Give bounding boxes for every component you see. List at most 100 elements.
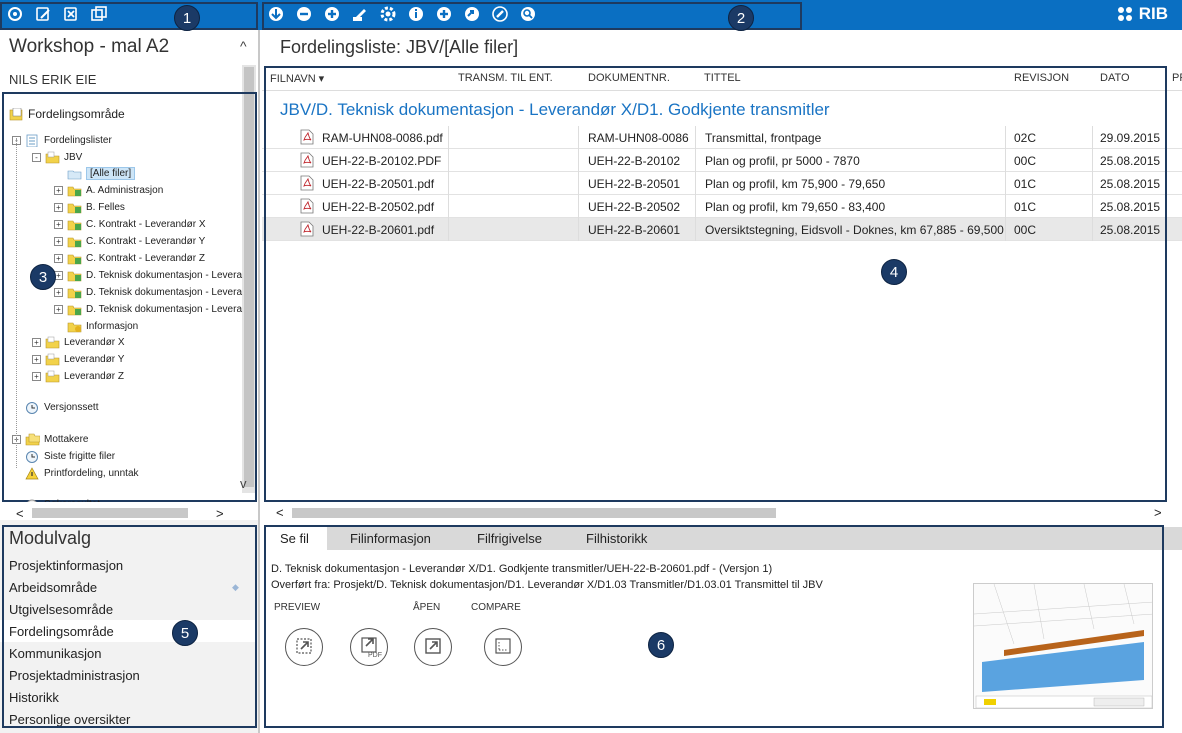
folder-green-icon (67, 252, 82, 265)
tree-node[interactable]: + D. Teknisk dokumentasjon - Levera (54, 301, 242, 317)
scroll-right-arrow[interactable]: > (1154, 505, 1162, 520)
callout-frame-5 (2, 525, 257, 728)
tree-node-label: Leverandør X (64, 336, 125, 348)
tree-node-label: [Alle filer] (86, 166, 136, 180)
scrollbar-thumb[interactable] (292, 508, 776, 518)
tree-node[interactable]: + C. Kontrakt - Leverandør X (54, 216, 206, 232)
callout-frame-6 (264, 525, 1164, 728)
tree-expander[interactable]: + (32, 371, 41, 381)
tree-node-label: Søkeresultat (44, 499, 100, 503)
open-folder-icon (67, 167, 82, 180)
tree-expander[interactable]: + (54, 236, 63, 246)
callout-badge-1: 1 (174, 5, 200, 31)
tree-node-label: C. Kontrakt - Leverandør Y (86, 235, 206, 247)
tree-node-label: D. Teknisk dokumentasjon - Levera (86, 303, 243, 315)
tree-expander[interactable]: + (32, 337, 41, 347)
folder-green-icon (67, 218, 82, 231)
panel-splitter[interactable] (258, 30, 260, 733)
folder-green-icon (67, 286, 82, 299)
tree-node-label: C. Kontrakt - Leverandør X (86, 218, 206, 230)
tree-expander[interactable]: + (54, 185, 63, 195)
tree-node[interactable]: Informasjon (54, 318, 138, 334)
tree-node[interactable]: + Leverandør X (32, 334, 125, 350)
scrollbar-thumb[interactable] (32, 508, 188, 518)
tree-node[interactable]: + D. Teknisk dokumentasjon - Levera (54, 284, 242, 300)
tree-node[interactable]: Siste frigitte filer (12, 448, 115, 464)
tree-node[interactable]: Fordelingsområde (9, 106, 125, 122)
folder-yellow-icon (45, 336, 60, 349)
grid-horizontal-scrollbar[interactable]: < > (262, 505, 1182, 521)
tree-connector-lines (16, 138, 17, 468)
tree-node[interactable]: + A. Administrasjon (54, 182, 163, 198)
scroll-left-arrow[interactable]: < (16, 506, 24, 521)
folder-green-icon (67, 235, 82, 248)
tree-expander[interactable]: - (32, 152, 41, 162)
recipients-icon (25, 433, 41, 446)
user-name: NILS ERIK EIE (9, 72, 97, 87)
recent-clock-icon (25, 450, 40, 463)
tree-node[interactable]: + C. Kontrakt - Leverandør Z (54, 250, 205, 266)
tree-node[interactable]: Versjonssett (12, 399, 98, 415)
search-result-icon (25, 498, 40, 502)
project-title: Workshop - mal A2 (9, 36, 170, 57)
tree-node-label: Siste frigitte filer (44, 450, 116, 462)
folder-green-icon (67, 184, 82, 197)
tree-node[interactable]: [Alle filer] (54, 165, 136, 181)
list-folder-icon (25, 134, 40, 147)
tree-horizontal-scrollbar[interactable]: < > (4, 506, 258, 521)
tree-node-label: Versjonssett (44, 401, 99, 413)
tree-node-label: Printfordeling, unntak (44, 467, 139, 479)
callout-badge-3: 3 (30, 264, 56, 290)
rib-logo: RIB (1116, 4, 1168, 24)
folder-green-icon (67, 269, 82, 282)
folder-note-icon (9, 107, 24, 121)
tree-node[interactable]: + Leverandør Y (32, 351, 124, 367)
tree-node-label: Fordelingsområde (28, 107, 125, 121)
folder-info-icon (67, 320, 82, 333)
scroll-right-arrow[interactable]: > (216, 506, 224, 521)
tree-node[interactable]: + Leverandør Z (32, 368, 124, 384)
tree-node-label: Informasjon (86, 320, 139, 332)
tree-node[interactable]: + D. Teknisk dokumentasjon - Levera (54, 267, 242, 283)
tree-expander[interactable]: + (54, 304, 63, 314)
tree-node[interactable]: Søkeresultat (12, 496, 100, 502)
tree-node-label: D. Teknisk dokumentasjon - Levera (86, 286, 243, 298)
tree-expander[interactable]: + (54, 202, 63, 212)
collapse-panel-button[interactable]: ^ (240, 38, 247, 54)
tree-node-label: A. Administrasjon (86, 184, 164, 196)
tree-expander[interactable]: + (54, 219, 63, 229)
warning-icon (25, 466, 40, 480)
tree-node[interactable]: Printfordeling, unntak (12, 465, 139, 481)
tree-node[interactable]: + B. Felles (54, 199, 125, 215)
callout-badge-6: 6 (648, 632, 674, 658)
tree-node[interactable]: + Mottakere (12, 431, 88, 447)
brand-name: RIB (1138, 4, 1168, 23)
tree-node[interactable]: - Fordelingslister (12, 132, 112, 148)
rib-logo-icon (1117, 7, 1132, 21)
scroll-down-arrow[interactable]: v (240, 476, 247, 491)
tree-node-label: D. Teknisk dokumentasjon - Levera (86, 269, 243, 281)
tree-node-label: Leverandør Z (64, 370, 125, 382)
folder-yellow-icon (45, 151, 60, 164)
tree-expander[interactable]: + (54, 253, 63, 263)
column-header-label: PRO (1172, 72, 1182, 84)
tree-expander[interactable]: + (32, 354, 41, 364)
page-title: Fordelingsliste: JBV/[Alle filer] (280, 37, 519, 57)
folder-green-icon (67, 201, 82, 214)
column-header[interactable]: PRO (1172, 72, 1182, 84)
tree-node[interactable]: + C. Kontrakt - Leverandør Y (54, 233, 205, 249)
tree-node-label: JBV (64, 151, 83, 163)
callout-frame-2 (262, 2, 802, 30)
scroll-left-arrow[interactable]: < (276, 505, 284, 520)
callout-badge-4: 4 (881, 259, 907, 285)
callout-badge-2: 2 (728, 5, 754, 31)
folder-green-icon (67, 303, 82, 316)
tree-node[interactable]: - JBV (32, 149, 82, 165)
tree-expander[interactable]: + (54, 287, 63, 297)
tree-node-label: Leverandør Y (64, 353, 125, 365)
folder-tree: Fordelingsområde - Fordelingslister - JBV [Al… (4, 92, 258, 502)
folder-yellow-icon (45, 353, 60, 366)
version-clock-icon (25, 401, 40, 414)
callout-frame-1 (0, 2, 258, 30)
tree-node-label: Fordelingslister (44, 134, 112, 146)
